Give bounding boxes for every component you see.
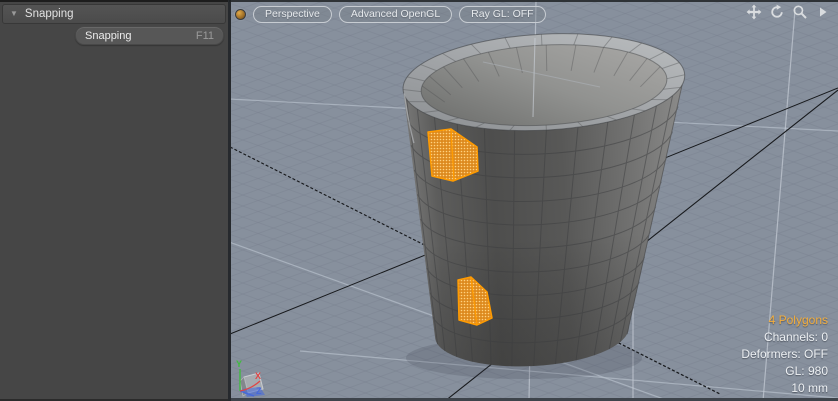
triangle-down-icon: ▼ xyxy=(10,9,18,18)
snapping-section-header[interactable]: ▼ Snapping xyxy=(2,4,226,24)
svg-text:Y: Y xyxy=(236,359,242,369)
expand-arrow-icon[interactable] xyxy=(814,4,831,21)
snapping-button-label: Snapping xyxy=(85,29,132,42)
ray-gl-button[interactable]: Ray GL: OFF xyxy=(459,6,546,23)
stat-gl: GL: 980 xyxy=(785,364,828,378)
pan-icon[interactable] xyxy=(745,4,762,21)
zoom-icon[interactable] xyxy=(791,4,808,21)
stat-channels: Channels: 0 xyxy=(763,330,828,344)
perspective-button[interactable]: Perspective xyxy=(253,6,332,23)
viewport-stats: 4 Polygons Channels: 0 Deformers: OFF GL… xyxy=(741,312,828,397)
gl-status-dot[interactable] xyxy=(235,9,246,20)
snapping-button-shortcut: F11 xyxy=(195,29,214,42)
snapping-panel: ▼ Snapping Snapping F11 xyxy=(0,0,229,401)
cup-mesh[interactable] xyxy=(401,27,700,372)
modo-app-window: ▼ Snapping Snapping F11 Y X Z Perspectiv… xyxy=(0,0,838,401)
snapping-button[interactable]: Snapping F11 xyxy=(75,26,224,45)
viewport-toolbar: Perspective Advanced OpenGL Ray GL: OFF xyxy=(235,6,546,23)
view-controls xyxy=(745,3,831,21)
panel-divider[interactable] xyxy=(228,0,231,401)
svg-text:Z: Z xyxy=(256,386,262,396)
orbit-icon[interactable] xyxy=(768,4,785,21)
stat-grid-size: 10 mm xyxy=(791,381,828,395)
viewport-top-edge xyxy=(229,0,838,2)
3d-viewport[interactable]: Y X Z Perspective Advanced OpenGL Ray GL… xyxy=(229,0,838,401)
stat-deformers: Deformers: OFF xyxy=(741,347,828,361)
shading-mode-button[interactable]: Advanced OpenGL xyxy=(338,6,453,23)
stat-polygons: 4 Polygons xyxy=(768,313,828,327)
panel-header-label: Snapping xyxy=(24,8,74,20)
svg-text:X: X xyxy=(255,371,261,381)
